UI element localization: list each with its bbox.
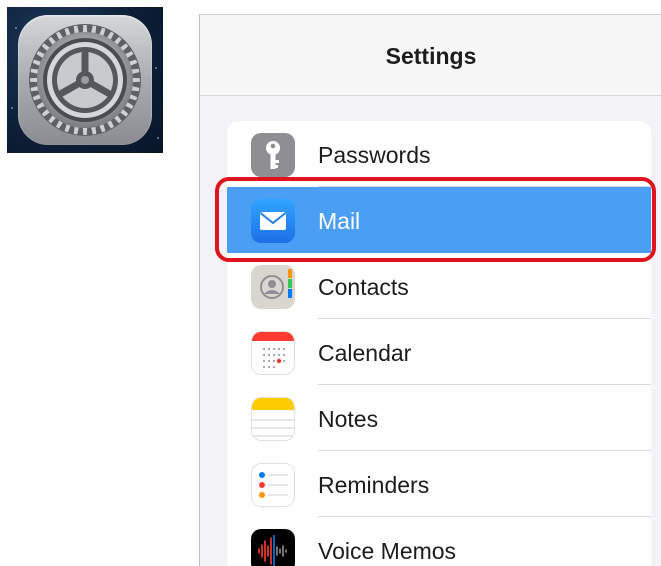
reminders-icon (251, 463, 295, 507)
gear-icon[interactable] (18, 15, 152, 145)
contacts-icon (251, 265, 295, 309)
settings-row-notes[interactable]: Notes (227, 385, 651, 451)
row-label: Contacts (318, 274, 409, 300)
waveform-icon (251, 529, 295, 566)
nav-bar: Settings (200, 15, 661, 96)
row-label: Passwords (318, 142, 431, 168)
settings-panel: Settings Passwords Mail Contacts Calenda… (199, 14, 661, 566)
row-label: Voice Memos (318, 538, 457, 564)
notes-icon (251, 397, 295, 441)
settings-row-contacts[interactable]: Contacts (227, 253, 651, 319)
row-label: Notes (318, 406, 379, 432)
key-icon (251, 133, 295, 177)
settings-row-calendar[interactable]: Calendar (227, 319, 651, 385)
row-label: Calendar (318, 340, 412, 366)
mail-highlight-outline (215, 177, 656, 262)
calendar-icon (251, 331, 295, 375)
settings-app-icon-tile[interactable] (7, 7, 163, 153)
row-label: Reminders (318, 472, 430, 498)
page-title: Settings (385, 43, 477, 69)
settings-row-reminders[interactable]: Reminders (227, 451, 651, 517)
settings-row-voice-memos[interactable]: Voice Memos (227, 517, 651, 566)
